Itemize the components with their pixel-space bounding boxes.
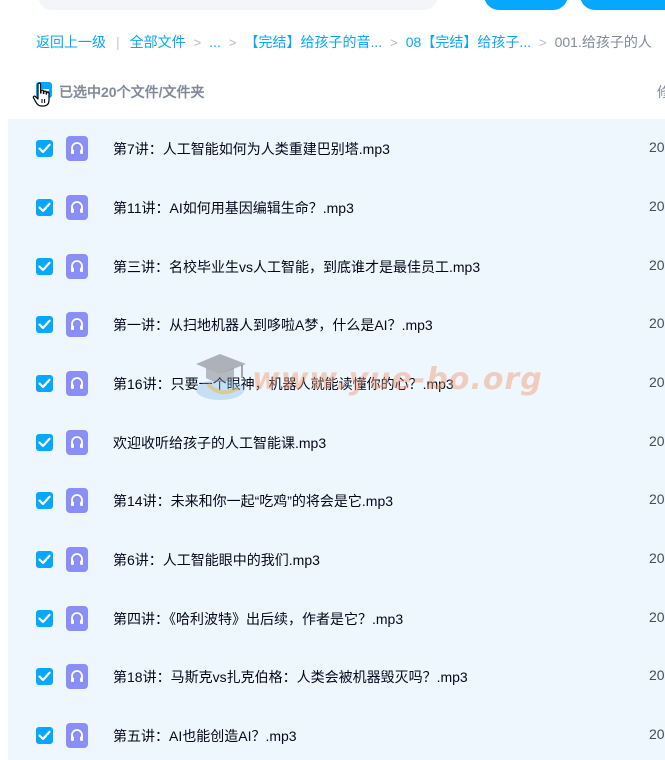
toolbar-button-primary[interactable]: [484, 0, 568, 10]
row-checkbox[interactable]: [36, 727, 53, 744]
file-modified-date: 20: [649, 550, 665, 566]
chevron-right-icon: >: [539, 34, 547, 50]
checkmark-icon: [38, 378, 51, 389]
breadcrumb-all-files-link[interactable]: 全部文件: [130, 32, 186, 52]
file-row[interactable]: 第16讲：只要一个眼神，机器人就能读懂你的心？.mp3 20: [8, 354, 665, 412]
chevron-right-icon: >: [390, 34, 398, 50]
chevron-right-icon: >: [193, 34, 202, 50]
checkmark-icon: [38, 202, 51, 213]
file-name[interactable]: 第11讲：AI如何用基因编辑生命？.mp3: [113, 198, 354, 218]
audio-file-icon: [66, 136, 88, 161]
audio-file-icon: [66, 488, 88, 513]
file-row[interactable]: 第四讲：《哈利波特》出后续，作者是它？.mp3 20: [8, 589, 665, 647]
file-name[interactable]: 第6讲：人工智能眼中的我们.mp3: [113, 550, 320, 570]
audio-file-icon: [66, 664, 88, 689]
headphones-icon: [71, 377, 83, 389]
headphones-icon: [71, 729, 83, 741]
headphones-icon: [71, 553, 83, 565]
file-row[interactable]: 第五讲：AI也能创造AI？.mp3 20: [8, 706, 665, 760]
checkmark-icon: [38, 437, 51, 448]
row-checkbox[interactable]: [36, 316, 53, 333]
file-name[interactable]: 第一讲：从扫地机器人到哆啦A梦，什么是AI？.mp3: [113, 315, 433, 335]
file-name[interactable]: 欢迎收听给孩子的人工智能课.mp3: [113, 433, 326, 453]
checkmark-icon: [38, 143, 51, 154]
row-checkbox[interactable]: [36, 375, 53, 392]
file-row[interactable]: 欢迎收听给孩子的人工智能课.mp3 20: [8, 413, 665, 471]
headphones-icon: [71, 436, 83, 448]
file-name[interactable]: 第三讲：名校毕业生vs人工智能，到底谁才是最佳员工.mp3: [113, 257, 480, 277]
audio-file-icon: [66, 606, 88, 631]
breadcrumb-ellipsis[interactable]: ...: [209, 34, 221, 50]
file-modified-date: 20: [649, 315, 665, 331]
headphones-icon: [71, 670, 83, 682]
file-row[interactable]: 第一讲：从扫地机器人到哆啦A梦，什么是AI？.mp3 20: [8, 295, 665, 353]
headphones-icon: [71, 494, 83, 506]
row-checkbox[interactable]: [36, 434, 53, 451]
file-row[interactable]: 第18讲：马斯克vs扎克伯格：人类会被机器毁灭吗？.mp3 20: [8, 647, 665, 705]
selection-count-label: 已选中20个文件/文件夹: [59, 84, 205, 100]
row-checkbox[interactable]: [36, 199, 53, 216]
row-checkbox[interactable]: [36, 258, 53, 275]
breadcrumb-divider: |: [116, 34, 120, 50]
audio-file-icon: [66, 547, 88, 572]
row-checkbox[interactable]: [36, 140, 53, 157]
audio-file-icon: [66, 312, 88, 337]
headphones-icon: [71, 318, 83, 330]
file-modified-date: 20: [649, 374, 665, 390]
chevron-right-icon: >: [228, 34, 237, 50]
audio-file-icon: [66, 371, 88, 396]
file-name[interactable]: 第16讲：只要一个眼神，机器人就能读懂你的心？.mp3: [113, 374, 454, 394]
top-toolbar: [0, 0, 665, 12]
hand-cursor-icon: [32, 82, 50, 107]
search-bar[interactable]: [38, 0, 438, 10]
checkmark-icon: [38, 495, 51, 506]
breadcrumb-back-link[interactable]: 返回上一级: [36, 32, 106, 52]
file-browser: 返回上一级 | 全部文件 > ... > 【完结】给孩子的音... > 08【完…: [0, 0, 665, 760]
file-name[interactable]: 第7讲：人工智能如何为人类重建巴别塔.mp3: [113, 139, 390, 159]
list-header: 已选中20个文件/文件夹 修: [0, 72, 665, 112]
checkmark-icon: [38, 554, 51, 565]
audio-file-icon: [66, 723, 88, 748]
file-list: 第7讲：人工智能如何为人类重建巴别塔.mp3 20 第11讲：AI如何用基因编辑生命…: [8, 119, 665, 760]
file-name[interactable]: 第五讲：AI也能创造AI？.mp3: [113, 726, 297, 746]
headphones-icon: [71, 142, 83, 154]
checkmark-icon: [38, 319, 51, 330]
row-checkbox[interactable]: [36, 610, 53, 627]
file-row[interactable]: 第6讲：人工智能眼中的我们.mp3 20: [8, 530, 665, 588]
modified-column-header[interactable]: 修: [657, 82, 665, 102]
checkmark-icon: [38, 261, 51, 272]
file-modified-date: 20: [649, 609, 665, 625]
file-row[interactable]: 第11讲：AI如何用基因编辑生命？.mp3 20: [8, 178, 665, 236]
file-modified-date: 20: [649, 726, 665, 742]
breadcrumb-folder-link[interactable]: 08【完结】给孩子...: [406, 32, 531, 52]
headphones-icon: [71, 612, 83, 624]
row-checkbox[interactable]: [36, 492, 53, 509]
file-modified-date: 20: [649, 667, 665, 683]
breadcrumb-current-folder: 001.给孩子的人: [554, 34, 652, 50]
breadcrumb: 返回上一级 | 全部文件 > ... > 【完结】给孩子的音... > 08【完…: [36, 32, 652, 52]
file-row[interactable]: 第14讲：未来和你一起“吃鸡”的将会是它.mp3 20: [8, 471, 665, 529]
file-modified-date: 20: [649, 491, 665, 507]
file-row[interactable]: 第7讲：人工智能如何为人类重建巴别塔.mp3 20: [8, 119, 665, 177]
audio-file-icon: [66, 430, 88, 455]
audio-file-icon: [66, 254, 88, 279]
file-name[interactable]: 第四讲：《哈利波特》出后续，作者是它？.mp3: [113, 609, 403, 629]
breadcrumb-folder-link[interactable]: 【完结】给孩子的音...: [245, 32, 383, 52]
headphones-icon: [71, 260, 83, 272]
audio-file-icon: [66, 195, 88, 220]
file-row[interactable]: 第三讲：名校毕业生vs人工智能，到底谁才是最佳员工.mp3 20: [8, 237, 665, 295]
file-name[interactable]: 第14讲：未来和你一起“吃鸡”的将会是它.mp3: [113, 491, 393, 511]
checkmark-icon: [38, 671, 51, 682]
toolbar-button-secondary[interactable]: [580, 0, 665, 10]
headphones-icon: [71, 201, 83, 213]
file-name[interactable]: 第18讲：马斯克vs扎克伯格：人类会被机器毁灭吗？.mp3: [113, 667, 468, 687]
row-checkbox[interactable]: [36, 668, 53, 685]
checkmark-icon: [38, 613, 51, 624]
row-checkbox[interactable]: [36, 551, 53, 568]
file-modified-date: 20: [649, 257, 665, 273]
file-modified-date: 20: [649, 198, 665, 214]
checkmark-icon: [38, 730, 51, 741]
file-modified-date: 20: [649, 433, 665, 449]
file-modified-date: 20: [649, 139, 665, 155]
